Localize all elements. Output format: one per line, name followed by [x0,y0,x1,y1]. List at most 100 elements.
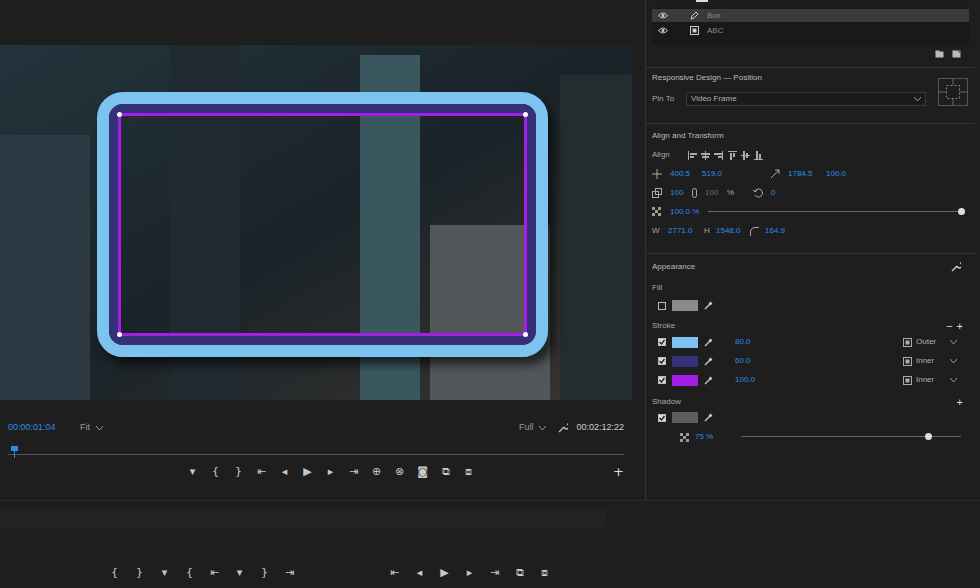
transport-button[interactable]: ⇤ [255,464,268,481]
fill-swatch[interactable] [672,300,698,311]
eye-icon [658,27,668,34]
stroke-width[interactable]: 80.0 [735,336,895,348]
transport-button[interactable]: } [232,464,245,481]
transport-button[interactable]: ◂ [278,464,291,481]
add-button[interactable]: + [613,462,624,482]
stroke-row: 60.0 Inner [652,355,969,367]
shadow-checkbox[interactable] [658,414,666,422]
opacity-icon [652,207,662,217]
stroke-label: Stroke [652,320,946,332]
stroke-width[interactable]: 100.0 [735,374,895,386]
eyedropper-icon[interactable] [704,413,713,422]
transport-button[interactable]: { [108,565,121,582]
scale-width[interactable]: 100 [670,187,684,199]
transport-button[interactable]: ⇤ [208,565,221,582]
folder-icon[interactable] [935,50,944,58]
new-layer-icon[interactable] [952,50,961,58]
shadow-opacity[interactable]: 75 % [695,431,735,443]
height-value[interactable]: 1548.0 [716,225,744,237]
eyedropper-icon[interactable] [704,338,713,347]
remove-stroke-button[interactable]: − [946,321,952,332]
opacity-slider[interactable] [708,208,961,216]
transport-button[interactable]: ▾ [186,464,199,481]
check-icon [659,377,665,383]
stroke-position-dropdown[interactable]: Inner [901,355,959,367]
transport-button[interactable]: ⇤ [388,565,401,582]
stroke-swatch[interactable] [672,356,698,367]
position-y[interactable]: 519.0 [702,168,762,180]
transport-button[interactable]: ⇥ [347,464,360,481]
chevron-icon [950,340,957,345]
quality-dropdown[interactable]: Full [515,421,551,435]
stroke-checkbox[interactable] [658,338,666,346]
stroke-checkbox[interactable] [658,376,666,384]
timecode[interactable]: 00:00:01:04 [8,421,70,435]
transport-button[interactable]: } [258,565,271,582]
corner-radius[interactable]: 164.9 [765,225,785,237]
opacity-value[interactable]: 100.0 % [670,206,700,218]
transport-button[interactable]: ▶ [438,565,451,582]
handle[interactable] [523,112,528,117]
layer-name: Box [707,10,721,22]
chevron-icon [950,378,957,383]
transport-button[interactable]: ▸ [463,565,476,582]
handle[interactable] [117,112,122,117]
essential-graphics-panel: BoxABC Responsive Design — Position Pin … [645,0,975,500]
wrench-icon[interactable] [558,423,568,433]
visibility-toggle[interactable] [658,12,668,20]
stroke-swatch[interactable] [672,375,698,386]
transport-button[interactable]: ⇥ [283,565,296,582]
transport-button[interactable]: ◙ [416,464,429,481]
transport-button[interactable]: ⇥ [488,565,501,582]
stroke-checkbox[interactable] [658,357,666,365]
pin-value: Video Frame [691,93,914,105]
transport-button[interactable]: ⊕ [370,464,383,481]
transport-button[interactable]: ⧈ [538,565,551,582]
anchor-x[interactable]: 1784.5 [788,168,818,180]
stroke-position-dropdown[interactable]: Outer [901,336,959,348]
stroke-position-dropdown[interactable]: Inner [901,374,959,386]
transport-button[interactable]: ◂ [413,565,426,582]
transport-button[interactable]: ▶ [301,464,314,481]
zoom-dropdown[interactable]: Fit [76,421,107,435]
position-x[interactable]: 400.5 [670,168,694,180]
layer-row[interactable]: Box [652,9,969,22]
layer-row[interactable]: ABC [652,24,969,37]
transport-button[interactable]: ⧈ [462,464,475,481]
transport-button[interactable]: ▾ [233,565,246,582]
eyedropper-icon[interactable] [704,357,713,366]
width-value[interactable]: 2771.0 [668,225,698,237]
transport-button[interactable]: ▸ [324,464,337,481]
shadow-swatch[interactable] [672,412,698,423]
duration: 00:02:12:22 [576,421,624,435]
stroke-width[interactable]: 60.0 [735,355,895,367]
pin-to-dropdown[interactable]: Video Frame [686,92,926,106]
eyedropper-icon[interactable] [704,376,713,385]
align-buttons-icon[interactable] [688,151,788,160]
link-icon[interactable] [692,188,697,198]
transport-button[interactable]: ⊗ [393,464,406,481]
wrench-icon[interactable] [951,262,961,272]
scrub-track[interactable] [8,446,624,458]
transport-button[interactable]: ⧉ [439,464,452,481]
anchor-y[interactable]: 100.0 [826,168,846,180]
add-stroke-button[interactable]: + [957,321,963,332]
rotation[interactable]: 0 [771,187,775,199]
handle[interactable] [523,332,528,337]
transport-button[interactable]: { [183,565,196,582]
fill-checkbox[interactable] [658,302,666,310]
visibility-toggle[interactable] [658,27,668,35]
stroke-swatch[interactable] [672,337,698,348]
transport-button[interactable]: { [209,464,222,481]
add-shadow-button[interactable]: + [957,397,963,408]
pin-widget-icon[interactable] [938,78,968,106]
handle[interactable] [117,332,122,337]
eyedropper-icon[interactable] [704,301,713,310]
graphic-box[interactable] [97,92,548,357]
shadow-opacity-slider[interactable] [741,433,961,441]
transport-button[interactable]: } [133,565,146,582]
opacity-fill [708,208,961,216]
transport-button[interactable]: ⧉ [513,565,526,582]
position-icon [652,169,662,179]
transport-button[interactable]: ▾ [158,565,171,582]
